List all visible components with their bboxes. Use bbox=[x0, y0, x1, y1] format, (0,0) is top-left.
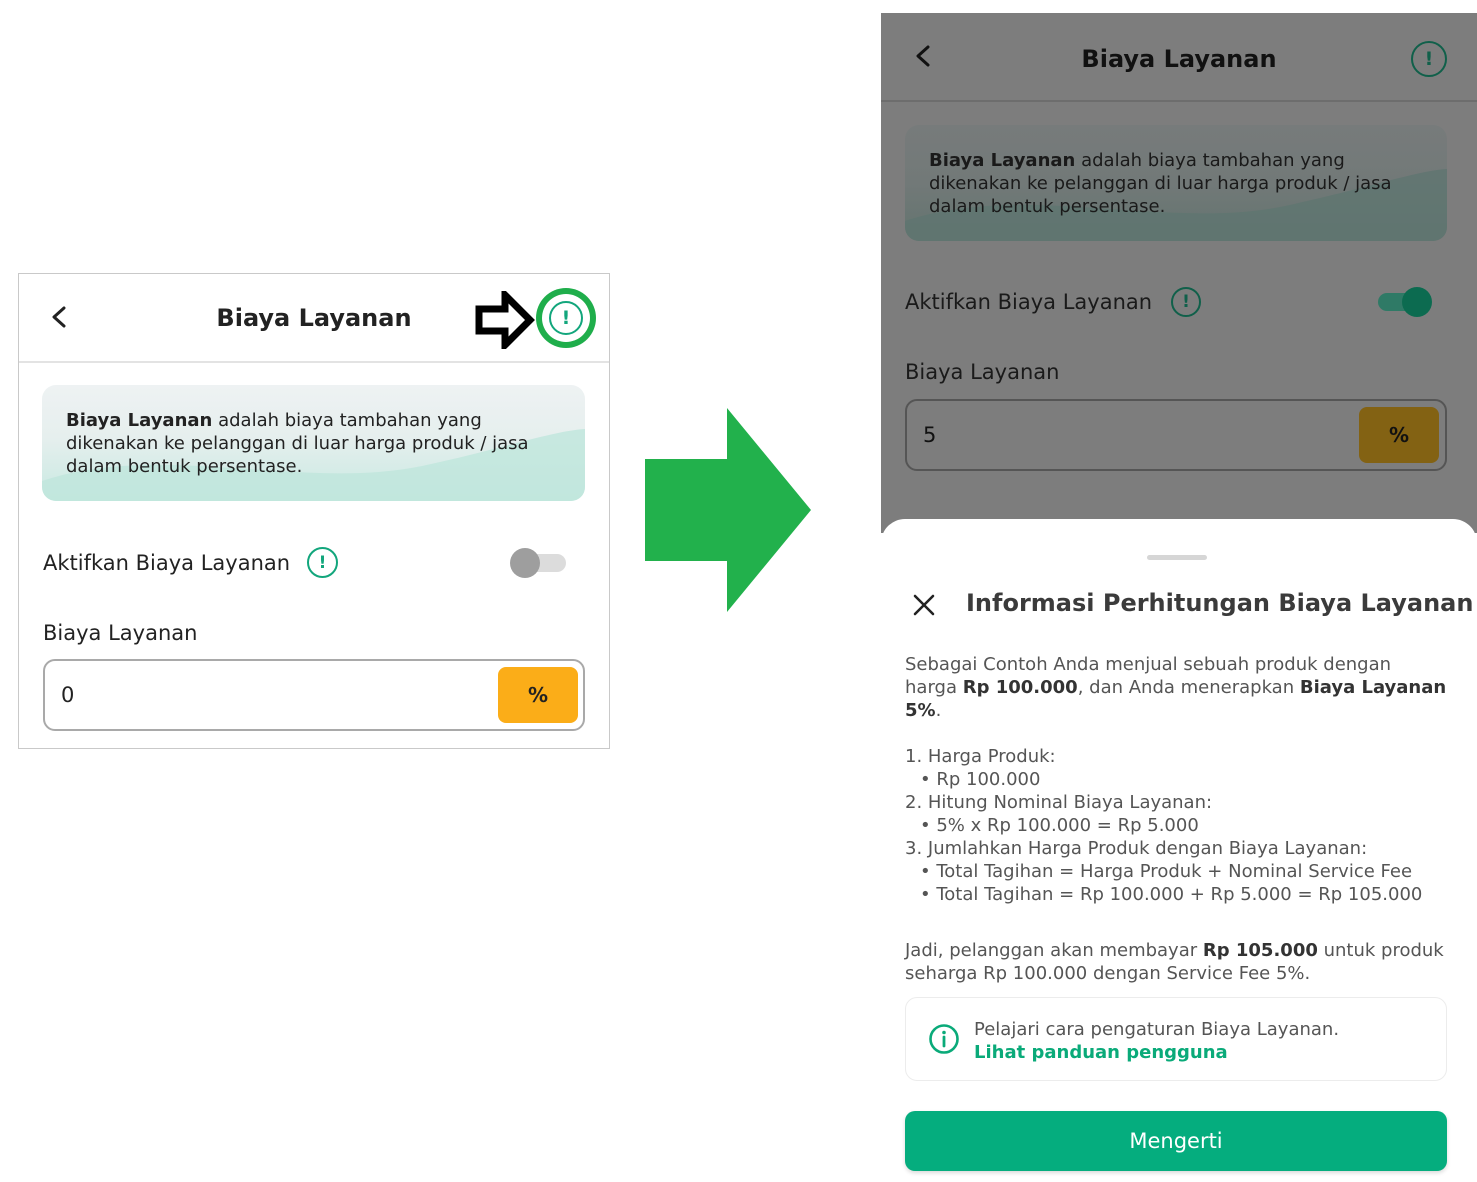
calculation-steps: 1. Harga Produk: • Rp 100.000 2. Hitung … bbox=[905, 745, 1460, 906]
exclamation-circle-icon[interactable]: ! bbox=[307, 547, 338, 578]
info-bottom-sheet: Informasi Perhitungan Biaya Layanan Seba… bbox=[881, 519, 1477, 1182]
intro-fee-name: Biaya Layanan bbox=[1299, 677, 1447, 698]
confirm-button[interactable]: Mengerti bbox=[905, 1111, 1447, 1171]
toggle-knob bbox=[510, 548, 540, 578]
info-card-text: Biaya Layanan adalah biaya tambahan yang… bbox=[66, 409, 565, 478]
toggle-knob bbox=[1402, 287, 1432, 317]
info-card-bold: Biaya Layanan bbox=[929, 150, 1076, 171]
intro-fee-percent: 5% bbox=[905, 700, 936, 721]
close-icon[interactable] bbox=[913, 594, 935, 616]
conclusion-total: Rp 105.000 bbox=[1202, 940, 1318, 961]
intro-line1: Sebagai Contoh Anda menjual sebuah produ… bbox=[905, 654, 1392, 675]
user-guide-link[interactable]: Lihat panduan pengguna bbox=[974, 1041, 1228, 1064]
info-card: Biaya Layanan adalah biaya tambahan yang… bbox=[905, 125, 1447, 241]
highlight-inner: ! bbox=[542, 294, 590, 342]
intro-line2-c: , dan Anda menerapkan bbox=[1077, 677, 1300, 698]
step-1-detail: • Rp 100.000 bbox=[920, 769, 1041, 790]
service-fee-toggle[interactable] bbox=[510, 548, 566, 578]
fee-field-label: Biaya Layanan bbox=[905, 360, 1060, 384]
step-3-detail-b: • Total Tagihan = Rp 100.000 + Rp 5.000 … bbox=[920, 884, 1423, 905]
app-header: Biaya Layanan ! bbox=[19, 274, 609, 363]
conclusion-c: untuk produk bbox=[1317, 940, 1444, 961]
fee-input-value: 5 bbox=[923, 423, 937, 447]
sheet-drag-handle[interactable] bbox=[1147, 555, 1207, 560]
info-card-line2: dikenakan ke pelanggan di luar harga pro… bbox=[929, 173, 1392, 194]
info-circle-icon bbox=[929, 1024, 959, 1054]
right-screen: Biaya Layanan ! Biaya Layanan adalah bia… bbox=[881, 13, 1477, 1182]
step-3: 3. Jumlahkan Harga Produk dengan Biaya L… bbox=[905, 838, 1368, 859]
percent-unit-button[interactable]: % bbox=[1359, 407, 1439, 463]
green-arrow-right-icon bbox=[645, 408, 811, 612]
exclamation-circle-icon[interactable]: ! bbox=[1171, 287, 1201, 317]
info-card-line1: adalah biaya tambahan yang bbox=[1075, 150, 1345, 171]
guide-box: Pelajari cara pengaturan Biaya Layanan. … bbox=[905, 997, 1447, 1081]
info-card: Biaya Layanan adalah biaya tambahan yang… bbox=[42, 385, 585, 501]
dimmed-background: Biaya Layanan ! Biaya Layanan adalah bia… bbox=[881, 13, 1477, 533]
percent-unit-button[interactable]: % bbox=[498, 667, 578, 723]
info-card-line1: adalah biaya tambahan yang bbox=[212, 410, 482, 431]
intro-line3-b: . bbox=[935, 700, 942, 721]
info-card-line3: dalam bentuk persentase. bbox=[929, 196, 1166, 217]
step-3-detail-a: • Total Tagihan = Harga Produk + Nominal… bbox=[920, 861, 1413, 882]
step-2-detail: • 5% x Rp 100.000 = Rp 5.000 bbox=[920, 815, 1199, 836]
info-card-line3: dalam bentuk persentase. bbox=[66, 456, 303, 477]
page-title: Biaya Layanan bbox=[1081, 45, 1277, 73]
conclusion-a: Jadi, pelanggan akan membayar bbox=[905, 940, 1203, 961]
fee-field-label: Biaya Layanan bbox=[43, 621, 198, 645]
sheet-intro: Sebagai Contoh Anda menjual sebuah produ… bbox=[905, 653, 1460, 722]
outline-arrow-right-icon bbox=[475, 291, 535, 349]
info-card-line2: dikenakan ke pelanggan di luar harga pro… bbox=[66, 433, 529, 454]
service-fee-toggle[interactable] bbox=[1378, 287, 1432, 317]
step-2: 2. Hitung Nominal Biaya Layanan: bbox=[905, 792, 1213, 813]
fee-input-value: 0 bbox=[61, 683, 75, 707]
header-divider bbox=[881, 100, 1477, 102]
left-screen: Biaya Layanan ! Biaya Layanan adalah bia… bbox=[18, 273, 610, 749]
exclamation-circle-icon[interactable]: ! bbox=[549, 301, 583, 335]
info-card-text: Biaya Layanan adalah biaya tambahan yang… bbox=[929, 149, 1427, 218]
toggle-label: Aktifkan Biaya Layanan bbox=[43, 551, 291, 575]
conclusion-text: Jadi, pelanggan akan membayar Rp 105.000… bbox=[905, 939, 1460, 985]
sheet-title: Informasi Perhitungan Biaya Layanan bbox=[966, 589, 1474, 617]
guide-text: Pelajari cara pengaturan Biaya Layanan. bbox=[974, 1019, 1340, 1040]
intro-line2-a: harga bbox=[905, 677, 963, 698]
fee-input[interactable]: 5 % bbox=[905, 399, 1447, 471]
toggle-label: Aktifkan Biaya Layanan bbox=[905, 290, 1153, 314]
step-1: 1. Harga Produk: bbox=[905, 746, 1056, 767]
exclamation-circle-icon[interactable]: ! bbox=[1411, 41, 1447, 77]
info-card-bold: Biaya Layanan bbox=[66, 410, 213, 431]
intro-price: Rp 100.000 bbox=[962, 677, 1078, 698]
highlight-ring: ! bbox=[536, 288, 596, 348]
fee-input[interactable]: 0 % bbox=[43, 659, 585, 731]
conclusion-line2: seharga Rp 100.000 dengan Service Fee 5%… bbox=[905, 963, 1311, 984]
